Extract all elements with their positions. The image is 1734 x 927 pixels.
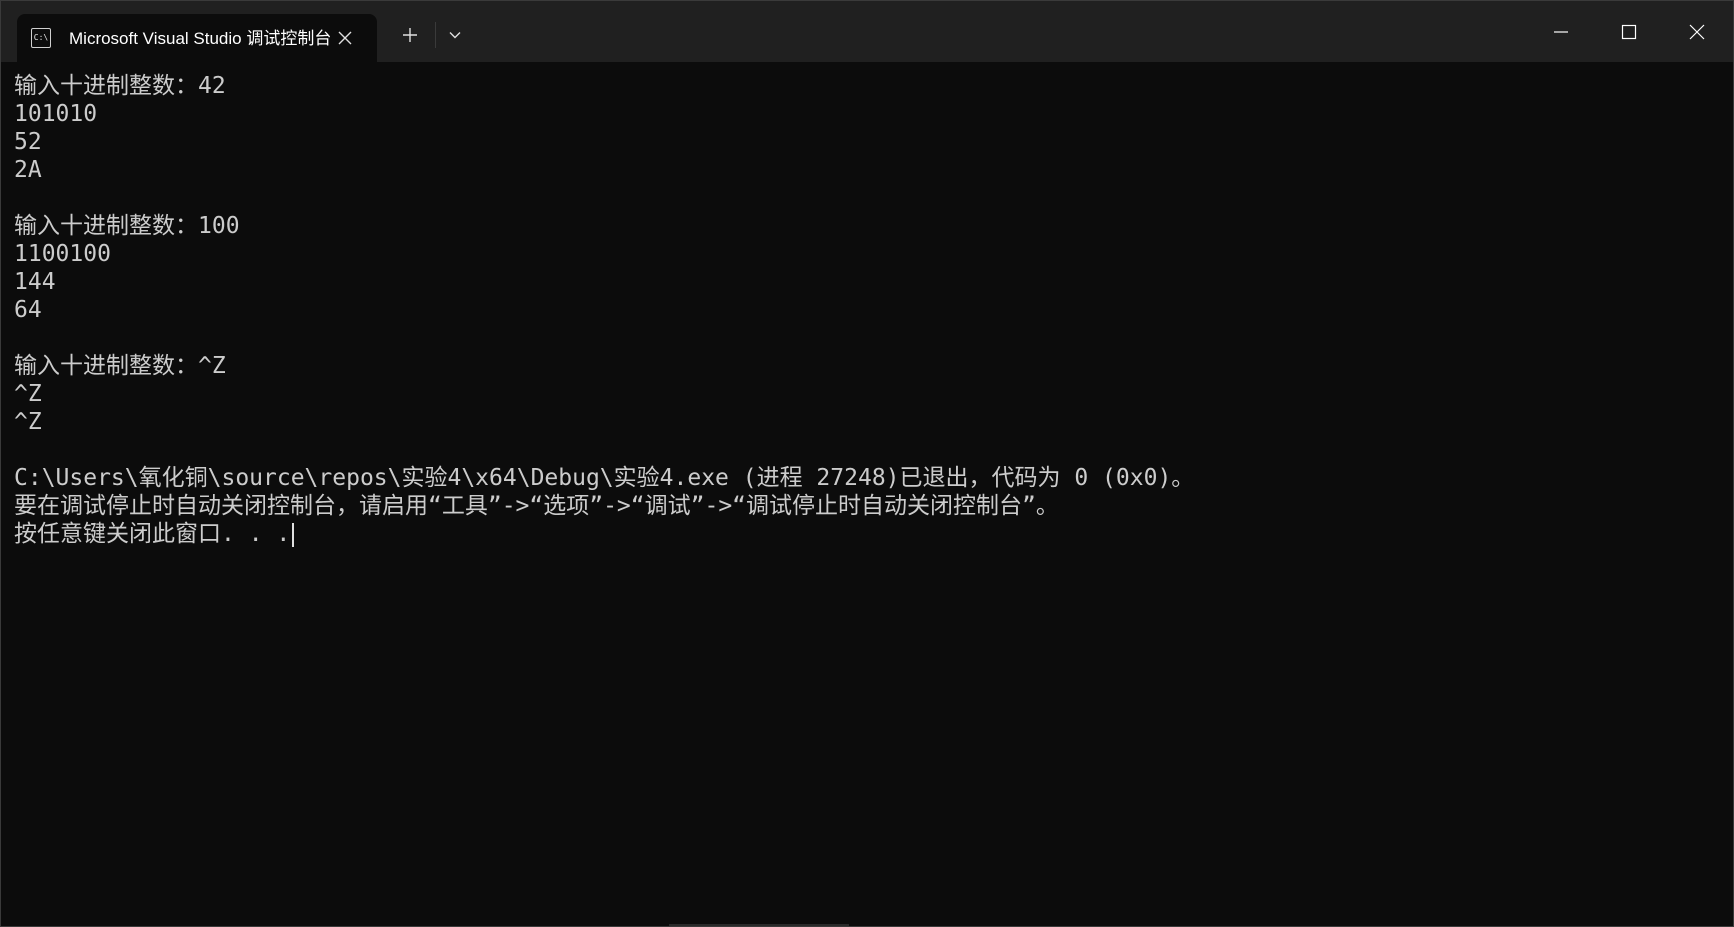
console-output-area[interactable]: 输入十进制整数：42 101010 52 2A 输入十进制整数：100 1100… (1, 62, 1733, 926)
close-icon[interactable] (1663, 1, 1731, 62)
console-line: 输入十进制整数：42 (14, 73, 226, 99)
console-line: 144 (14, 269, 56, 295)
console-line: ^Z (14, 381, 42, 407)
console-line: ^Z (14, 409, 42, 435)
console-line: 输入十进制整数：^Z (14, 353, 226, 379)
maximize-icon[interactable] (1595, 1, 1663, 62)
console-line: 2A (14, 157, 42, 183)
console-line: 1100100 (14, 241, 111, 267)
minimize-icon[interactable] (1527, 1, 1595, 62)
console-prompt-line: 按任意键关闭此窗口. . . (14, 520, 1194, 548)
console-line: 101010 (14, 101, 98, 127)
tab-debug-console[interactable]: C:\ Microsoft Visual Studio 调试控制台 (17, 14, 377, 62)
console-line: 要在调试停止时自动关闭控制台，请启用“工具”->“选项”->“调试”->“调试停… (14, 493, 1059, 519)
console-line: 52 (14, 129, 42, 155)
console-line: C:\Users\氧化铜\source\repos\实验4\x64\Debug\… (14, 465, 1195, 491)
text-cursor (292, 522, 295, 547)
console-app-icon: C:\ (31, 28, 51, 48)
tab-separator (435, 22, 436, 48)
tab-close-icon[interactable] (333, 26, 357, 50)
console-line: 输入十进制整数：100 (14, 213, 240, 239)
title-bar[interactable]: C:\ Microsoft Visual Studio 调试控制台 (1, 1, 1733, 62)
terminal-window: C:\ Microsoft Visual Studio 调试控制台 输入十进制整… (0, 0, 1734, 927)
console-prompt-text: 按任意键关闭此窗口. . . (14, 521, 291, 547)
tab-title: Microsoft Visual Studio 调试控制台 (69, 29, 331, 48)
console-line: 64 (14, 297, 42, 323)
new-tab-plus-icon[interactable] (397, 22, 423, 48)
chevron-down-icon[interactable] (443, 23, 467, 47)
console-lines: 输入十进制整数：42 101010 52 2A 输入十进制整数：100 1100… (14, 72, 1194, 548)
